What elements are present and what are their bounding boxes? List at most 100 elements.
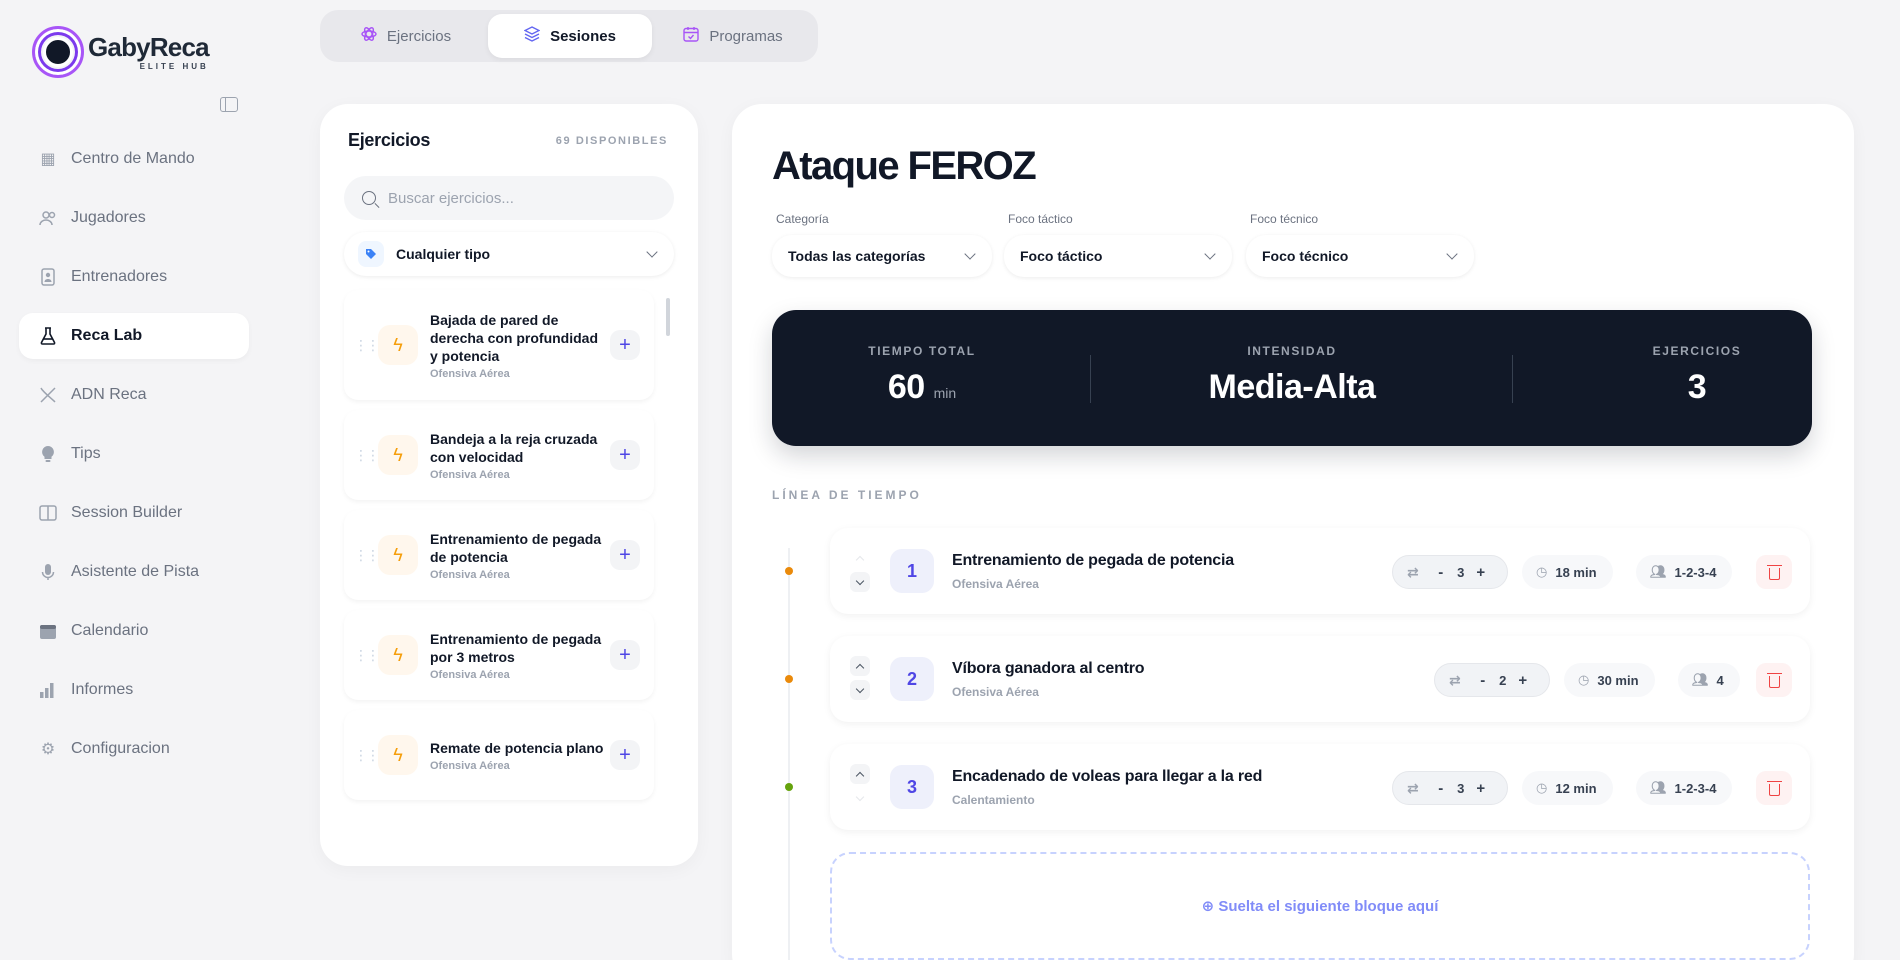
brand-logo[interactable]: GabyReca ELITE HUB bbox=[32, 26, 210, 78]
trash-icon bbox=[1766, 780, 1782, 796]
sidebar-item-informes[interactable]: Informes bbox=[19, 667, 249, 713]
exercise-category: Ofensiva Aérea bbox=[430, 367, 510, 380]
filter-value: Foco técnico bbox=[1262, 248, 1349, 264]
sidebar-item-label: Asistente de Pista bbox=[71, 563, 200, 580]
tab-programas[interactable]: Programas bbox=[652, 14, 814, 58]
players-value: 4 bbox=[1716, 672, 1724, 688]
sidebar-item-label: Calendario bbox=[71, 622, 149, 639]
sidebar-item-label: Informes bbox=[71, 681, 134, 698]
add-exercise-button[interactable]: + bbox=[610, 440, 640, 470]
move-down-button[interactable] bbox=[850, 788, 870, 808]
add-exercise-button[interactable]: + bbox=[610, 740, 640, 770]
sidebar-item-adn-reca[interactable]: ADN Reca bbox=[19, 372, 249, 418]
add-exercise-button[interactable]: + bbox=[610, 330, 640, 360]
session-title[interactable]: Ataque FEROZ bbox=[772, 144, 1037, 189]
trash-icon bbox=[1766, 672, 1782, 688]
list-item[interactable]: ⋮⋮ ϟ Remate de potencia plano Ofensiva A… bbox=[344, 710, 654, 800]
list-item[interactable]: ⋮⋮ ϟ Entrenamiento de pegada por 3 metro… bbox=[344, 610, 654, 700]
search-input[interactable] bbox=[388, 189, 648, 207]
sidebar-item-asistente-de-pista[interactable]: Asistente de Pista bbox=[19, 549, 249, 595]
sidebar-item-configuracion[interactable]: ⚙ Configuracion bbox=[19, 726, 249, 772]
flask-icon bbox=[39, 327, 57, 345]
sidebar-item-calendario[interactable]: Calendario bbox=[19, 608, 249, 654]
move-up-button[interactable] bbox=[850, 548, 870, 568]
stat-value: 60 bbox=[887, 368, 925, 406]
decrement-button[interactable]: - bbox=[1431, 564, 1451, 581]
bar-chart-icon bbox=[39, 681, 57, 699]
tab-label: Sesiones bbox=[550, 27, 616, 45]
lightbulb-icon bbox=[39, 445, 57, 463]
category-filter: Categoría Todas las categorías bbox=[772, 212, 992, 277]
move-up-button[interactable] bbox=[850, 656, 870, 676]
sidebar-item-tips[interactable]: Tips bbox=[19, 431, 249, 477]
move-up-button[interactable] bbox=[850, 764, 870, 784]
category-select[interactable]: Todas las categorías bbox=[772, 235, 992, 277]
timeline-heading: LÍNEA DE TIEMPO bbox=[772, 488, 922, 502]
sidebar-item-jugadores[interactable]: Jugadores bbox=[19, 195, 249, 241]
columns-icon bbox=[39, 504, 57, 522]
block-category: Ofensiva Aérea bbox=[952, 577, 1039, 591]
exercises-title: Ejercicios bbox=[348, 130, 431, 150]
sidebar-item-centro-de-mando[interactable]: ▦ Centro de Mando bbox=[19, 136, 249, 182]
timeline-block[interactable]: 3 Encadenado de voleas para llegar a la … bbox=[830, 744, 1810, 830]
block-number: 2 bbox=[890, 657, 934, 701]
repeat-icon: ⇄ bbox=[1407, 563, 1419, 580]
players-badge[interactable]: 👥︎ 1-2-3-4 bbox=[1636, 555, 1733, 589]
sidebar: GabyReca ELITE HUB ▦ Centro de Mando Jug… bbox=[0, 0, 268, 960]
delete-block-button[interactable] bbox=[1756, 771, 1792, 805]
drag-handle-icon[interactable]: ⋮⋮ bbox=[354, 547, 380, 564]
clock-icon: ◷ bbox=[1536, 564, 1548, 579]
lightning-icon: ϟ bbox=[378, 435, 418, 475]
chevron-down-icon bbox=[1446, 248, 1458, 260]
sidebar-item-session-builder[interactable]: Session Builder bbox=[19, 490, 249, 536]
move-down-button[interactable] bbox=[850, 572, 870, 592]
session-panel: Ataque FEROZ Categoría Todas las categor… bbox=[732, 104, 1854, 960]
exercises-count: 69 DISPONIBLES bbox=[555, 135, 668, 147]
exercise-category: Ofensiva Aérea bbox=[430, 759, 510, 772]
users-icon bbox=[39, 209, 57, 227]
drag-handle-icon[interactable]: ⋮⋮ bbox=[354, 747, 380, 764]
type-filter-value: Cualquier tipo bbox=[396, 246, 491, 262]
drag-handle-icon[interactable]: ⋮⋮ bbox=[354, 337, 380, 354]
tab-sesiones[interactable]: Sesiones bbox=[488, 14, 652, 58]
sidebar-item-label: Reca Lab bbox=[71, 327, 143, 344]
increment-button[interactable]: + bbox=[1471, 564, 1491, 581]
add-exercise-button[interactable]: + bbox=[610, 540, 640, 570]
delete-block-button[interactable] bbox=[1756, 555, 1792, 589]
timeline-line bbox=[788, 548, 790, 960]
drag-handle-icon[interactable]: ⋮⋮ bbox=[354, 447, 380, 464]
users-icon: 👥︎ bbox=[1650, 564, 1667, 579]
tab-ejercicios[interactable]: Ejercicios bbox=[324, 14, 488, 58]
players-badge[interactable]: 👥︎ 4 bbox=[1678, 663, 1740, 697]
stat-label: TIEMPO TOTAL bbox=[868, 344, 976, 358]
players-badge[interactable]: 👥︎ 1-2-3-4 bbox=[1636, 771, 1733, 805]
increment-button[interactable]: + bbox=[1471, 780, 1491, 797]
sidebar-collapse-icon[interactable] bbox=[220, 97, 238, 112]
timeline-dot bbox=[785, 675, 793, 683]
tactical-focus-select[interactable]: Foco táctico bbox=[1004, 235, 1232, 277]
tab-label: Programas bbox=[709, 27, 783, 45]
increment-button[interactable]: + bbox=[1513, 672, 1533, 689]
list-item[interactable]: ⋮⋮ ϟ Bandeja a la reja cruzada con veloc… bbox=[344, 410, 654, 500]
delete-block-button[interactable] bbox=[1756, 663, 1792, 697]
type-filter-select[interactable]: Cualquier tipo bbox=[344, 232, 674, 276]
timeline-dot bbox=[785, 783, 793, 791]
duration-badge[interactable]: ◷ 12 min bbox=[1522, 771, 1613, 805]
technical-focus-select[interactable]: Foco técnico bbox=[1246, 235, 1474, 277]
tab-label: Ejercicios bbox=[386, 27, 452, 45]
sidebar-item-reca-lab[interactable]: Reca Lab bbox=[19, 313, 249, 359]
add-exercise-button[interactable]: + bbox=[610, 640, 640, 670]
decrement-button[interactable]: - bbox=[1431, 780, 1451, 797]
decrement-button[interactable]: - bbox=[1473, 672, 1493, 689]
drag-handle-icon[interactable]: ⋮⋮ bbox=[354, 647, 380, 664]
move-down-button[interactable] bbox=[850, 680, 870, 700]
block-dropzone[interactable]: ⊕ Suelta el siguiente bloque aquí bbox=[830, 852, 1810, 960]
list-item[interactable]: ⋮⋮ ϟ Entrenamiento de pegada de potencia… bbox=[344, 510, 654, 600]
duration-badge[interactable]: ◷ 30 min bbox=[1564, 663, 1655, 697]
duration-badge[interactable]: ◷ 18 min bbox=[1522, 555, 1613, 589]
list-item[interactable]: ⋮⋮ ϟ Bajada de pared de derecha con prof… bbox=[344, 290, 654, 400]
timeline-block[interactable]: 2 Víbora ganadora al centro Ofensiva Aér… bbox=[830, 636, 1810, 722]
filter-value: Todas las categorías bbox=[788, 248, 926, 264]
sidebar-item-entrenadores[interactable]: Entrenadores bbox=[19, 254, 249, 300]
timeline-block[interactable]: 1 Entrenamiento de pegada de potencia Of… bbox=[830, 528, 1810, 614]
